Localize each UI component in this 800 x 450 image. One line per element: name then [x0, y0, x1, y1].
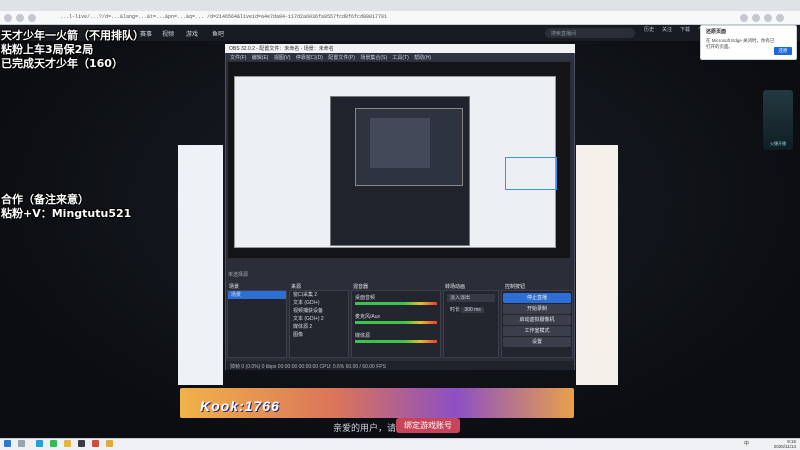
obs-menu[interactable]: 文件(F) 编辑(E) 视图(V) 停靠窗口(D) 配置文件(P) 场景集合(S…	[226, 53, 574, 61]
nav-item-yuba[interactable]: 鱼吧	[212, 29, 224, 38]
download-icon[interactable]: 下载	[676, 26, 694, 33]
virtual-camera-button[interactable]: 启动虚拟摄像机	[503, 315, 571, 325]
menu-docks[interactable]: 停靠窗口(D)	[296, 55, 323, 61]
duration-input[interactable]: 300 ms	[461, 307, 484, 313]
nested-obs-capture-3	[370, 118, 430, 168]
menu-scene-collection[interactable]: 场景集合(S)	[360, 55, 387, 61]
scene-item[interactable]: 场景	[228, 291, 286, 299]
source-item[interactable]: 图像	[290, 331, 348, 339]
menu-file[interactable]: 文件(F)	[230, 55, 246, 61]
preview-caption: 未选择源	[228, 272, 249, 278]
obs-status-bar: 掉帧 0 (0.0%) 0 kbps 00:00:00 00:00:00 CPU…	[226, 361, 574, 370]
chrome-icon[interactable]	[106, 440, 113, 447]
clock-date: 2025/11/14	[773, 444, 796, 449]
overlay-line-rocket: 天才少年一火箭（不用排队）	[1, 29, 144, 42]
taskbar	[0, 438, 800, 450]
kook-banner-text: Kook:1766	[200, 398, 280, 414]
transitions-title: 转场动画	[445, 284, 466, 290]
chat-right-panel	[576, 145, 618, 385]
scenes-title: 场景	[229, 284, 240, 290]
popup-text: 在 Microsoft Edge 关闭时，你有已打开的页面。	[706, 38, 775, 49]
start-recording-button[interactable]: 开始录制	[503, 304, 571, 314]
chat-left-panel	[178, 145, 223, 385]
sources-title: 来源	[291, 284, 302, 290]
overlay-line-done: 已完成天才少年（160）	[1, 57, 123, 70]
source-item[interactable]: 视频捕获设备	[290, 307, 348, 315]
stop-streaming-button[interactable]: 停止直播	[503, 293, 571, 303]
wechat-icon[interactable]	[50, 440, 57, 447]
settings-icon[interactable]	[776, 14, 784, 22]
popup-title: 还原页面	[706, 29, 727, 35]
source-item[interactable]: 媒体源 2	[290, 323, 348, 331]
overlay-line-coop: 合作（备注来意）	[1, 193, 89, 206]
mixer-channel-name: 麦克风/Aux	[355, 314, 381, 320]
mixer-dock: 桌面音频 麦克风/Aux 媒体源	[351, 290, 441, 358]
source-selection-box[interactable]	[505, 157, 557, 190]
arrow-right-icon[interactable]	[16, 14, 24, 22]
history-icon[interactable]: 历史	[640, 26, 658, 33]
mixer-channel-name: 桌面音频	[355, 295, 376, 301]
menu-help[interactable]: 帮助(H)	[414, 55, 431, 61]
search-icon[interactable]	[18, 440, 25, 447]
taskbar-clock[interactable]: 9:16 2025/11/14	[760, 439, 796, 449]
mixer-channel-name: 媒体源	[355, 333, 371, 339]
reload-icon[interactable]	[28, 14, 36, 22]
favorite-icon[interactable]	[740, 14, 748, 22]
restore-button[interactable]: 还原	[774, 47, 792, 55]
nav-item-video[interactable]: 视频	[162, 29, 174, 38]
menu-view[interactable]: 视图(V)	[274, 55, 291, 61]
sources-dock: 窗口采集 2 文本 (GDI+) 视频捕获设备 文本 (GDI+) 2 媒体源 …	[289, 290, 349, 358]
search-input[interactable]: 搜索直播间	[545, 28, 635, 38]
source-item[interactable]: 文本 (GDI+) 2	[290, 315, 348, 323]
explorer-icon[interactable]	[64, 440, 71, 447]
menu-profile[interactable]: 配置文件(P)	[328, 55, 355, 61]
edge-icon[interactable]	[36, 440, 43, 447]
ime-language[interactable]: 中	[744, 440, 749, 447]
controls-title: 控制按钮	[505, 284, 526, 290]
settings-button[interactable]: 设置	[503, 337, 571, 347]
menu-tools[interactable]: 工具(T)	[392, 55, 408, 61]
bind-prompt-text: 亲爱的用户，请	[333, 423, 397, 433]
follow-icon[interactable]: 关注	[658, 26, 676, 33]
nav-item-games[interactable]: 游戏	[186, 29, 198, 38]
browser-tabbar	[0, 0, 800, 11]
start-icon[interactable]	[4, 440, 11, 447]
mixer-title: 混音器	[353, 284, 369, 290]
audio-meter	[355, 340, 437, 343]
obs-icon[interactable]	[78, 440, 85, 447]
overlay-line-fans: 粘粉上车3局保2局	[1, 43, 94, 56]
source-item[interactable]: 窗口采集 2	[290, 291, 348, 299]
source-item[interactable]: 文本 (GDI+)	[290, 299, 348, 307]
arrow-left-icon[interactable]	[4, 14, 12, 22]
transition-select[interactable]: 淡入淡出	[447, 294, 495, 302]
scenes-dock: 场景	[227, 290, 287, 358]
overlay-line-wechat: 粘粉+V：Mingtutu521	[1, 207, 132, 220]
screen: ...l-live/...?/d=...&lang=...&t=...&pn=.…	[0, 0, 800, 450]
transitions-dock: 淡入淡出 时长 300 ms	[443, 290, 499, 358]
url-text[interactable]: ...l-live/...?/d=...&lang=...&t=...&pn=.…	[60, 14, 387, 20]
audio-meter	[355, 321, 437, 324]
duration-label: 时长	[450, 307, 461, 313]
obs-title: OBS 32.0.2 - 配置文件：未命名 - 场景：未命名	[225, 44, 575, 53]
audio-meter	[355, 302, 437, 305]
bind-game-account-button[interactable]: 绑定游戏账号	[396, 418, 460, 433]
collections-icon[interactable]	[752, 14, 760, 22]
profile-icon[interactable]	[764, 14, 772, 22]
game-icon[interactable]	[92, 440, 99, 447]
side-promo-label: 火爆开播	[770, 141, 786, 146]
studio-mode-button[interactable]: 工作室模式	[503, 326, 571, 336]
menu-edit[interactable]: 编辑(E)	[252, 55, 269, 61]
